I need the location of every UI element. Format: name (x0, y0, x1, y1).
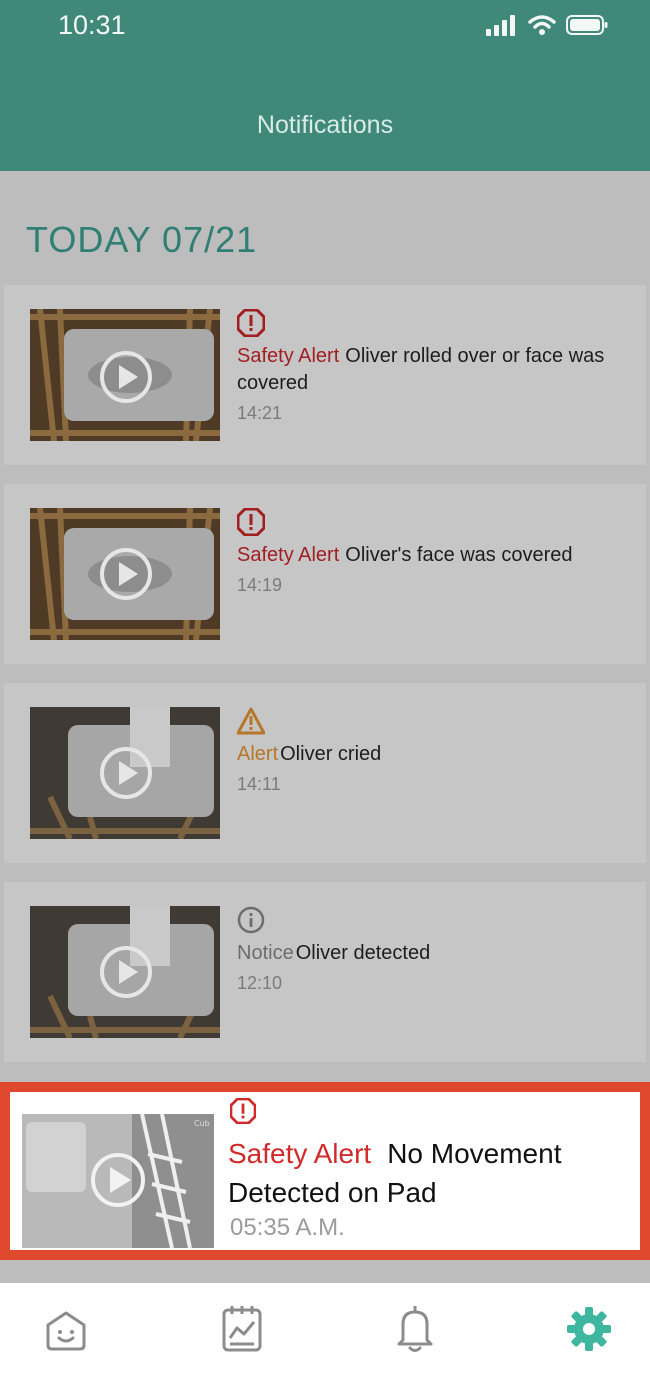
tab-reports[interactable] (212, 1301, 272, 1361)
battery-icon (566, 14, 608, 40)
baby-home-icon (42, 1305, 90, 1357)
tab-home[interactable] (36, 1301, 96, 1361)
notification-card[interactable]: Safety Alert Oliver rolled over or face w… (4, 285, 646, 465)
page-title: Notifications (256, 111, 394, 139)
video-thumbnail[interactable] (30, 508, 220, 640)
status-time: 10:31 (58, 10, 126, 40)
notification-time: 14:11 (237, 774, 281, 794)
notification-message: Oliver cried (280, 743, 382, 765)
info-circle-icon (237, 906, 265, 938)
header-bar: 10:31 Notifications (0, 0, 650, 171)
notification-message: Oliver's face was covered (345, 544, 573, 566)
video-thumbnail[interactable]: Cub (22, 1114, 214, 1248)
notification-text: Alert Oliver cried (237, 741, 607, 768)
notification-card[interactable]: Notice Oliver detected 12:10 (4, 882, 646, 1062)
signal-icon (486, 14, 518, 40)
notification-time: 14:21 (237, 403, 283, 423)
highlighted-notification-frame: Cub Safety Alert No Movement Detected on … (0, 1082, 650, 1260)
notification-type: Safety Alert (237, 544, 340, 566)
exclamation-octagon-icon (236, 507, 266, 540)
notification-message: Oliver detected (295, 942, 431, 964)
status-icons (486, 14, 608, 40)
notification-card[interactable]: Safety Alert Oliver's face was covered 14… (4, 484, 646, 664)
notification-text: Safety Alert Oliver's face was covered (237, 542, 607, 569)
notification-time: 14:19 (237, 575, 283, 595)
bottom-tab-bar (0, 1283, 650, 1379)
exclamation-octagon-icon (229, 1097, 257, 1128)
notification-time: 12:10 (237, 973, 283, 993)
notification-type: Safety Alert (228, 1138, 372, 1169)
exclamation-octagon-icon (236, 308, 266, 341)
notification-text: Notice Oliver detected (237, 940, 607, 967)
gear-icon (564, 1304, 614, 1358)
notification-card[interactable]: Alert Oliver cried 14:11 (4, 683, 646, 863)
notification-text: Safety Alert Oliver rolled over or face w… (237, 343, 607, 397)
video-thumbnail[interactable] (30, 309, 220, 441)
date-heading: TODAY 07/21 (26, 219, 258, 260)
highlighted-notification-card[interactable]: Cub Safety Alert No Movement Detected on … (10, 1092, 640, 1250)
report-chart-icon (218, 1304, 266, 1358)
bell-icon (393, 1304, 437, 1358)
camera-watermark: Cub (194, 1119, 210, 1128)
tab-settings[interactable] (559, 1301, 619, 1361)
notification-type: Notice (237, 942, 294, 964)
notification-time: 05:35 A.M. (230, 1214, 345, 1241)
notification-type: Alert (237, 743, 279, 765)
warning-triangle-icon (236, 707, 266, 739)
notification-type: Safety Alert (237, 345, 340, 367)
wifi-icon (528, 14, 556, 40)
tab-notifications[interactable] (385, 1301, 445, 1361)
video-thumbnail[interactable] (30, 906, 220, 1038)
notification-text: Safety Alert No Movement Detected on Pad (228, 1134, 618, 1212)
video-thumbnail[interactable] (30, 707, 220, 839)
